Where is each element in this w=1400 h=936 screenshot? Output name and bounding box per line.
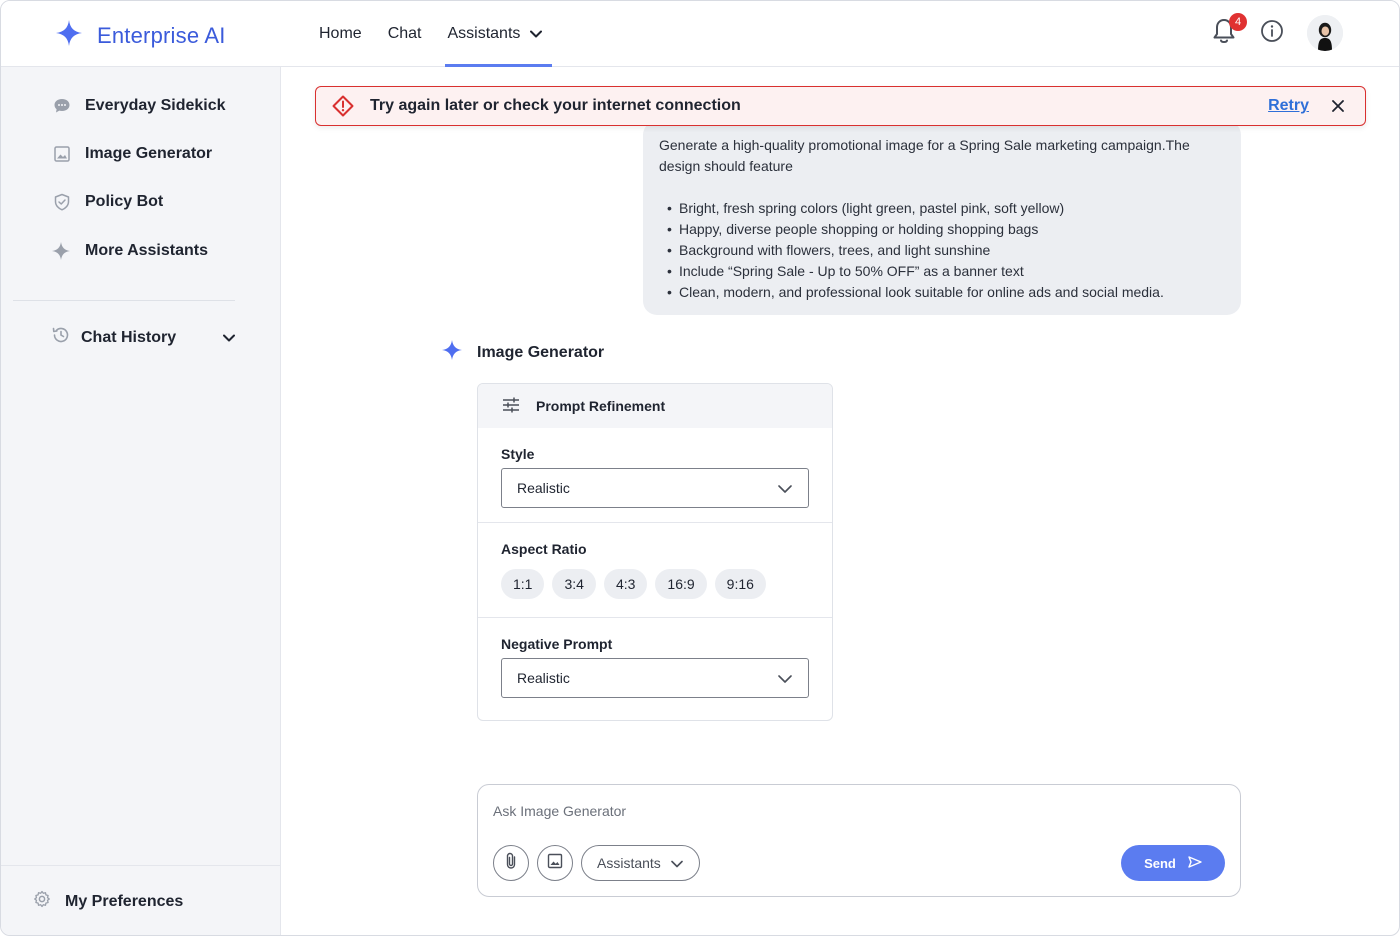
prompt-refinement-card: Prompt Refinement Style Realistic Aspect… bbox=[477, 383, 833, 721]
retry-link[interactable]: Retry bbox=[1268, 97, 1309, 115]
nav-assistants-label: Assistants bbox=[447, 25, 521, 42]
history-icon bbox=[51, 325, 71, 350]
list-item: Include “Spring Sale - Up to 50% OFF” as… bbox=[667, 261, 1225, 282]
app-window: Enterprise AI Home Chat Assistants 4 Eve… bbox=[0, 0, 1400, 936]
negative-prompt-section: Negative Prompt Realistic bbox=[478, 618, 832, 720]
assistant-name: Image Generator bbox=[477, 343, 605, 361]
sidebar-item-image-generator[interactable]: Image Generator bbox=[53, 145, 212, 163]
list-item: Bright, fresh spring colors (light green… bbox=[667, 198, 1225, 219]
aspect-ratio-chip[interactable]: 1:1 bbox=[501, 569, 545, 599]
assistants-dropdown-label: Assistants bbox=[597, 855, 661, 871]
style-value: Realistic bbox=[517, 480, 570, 496]
sidebar-item-label: More Assistants bbox=[85, 242, 208, 259]
brand[interactable]: Enterprise AI bbox=[55, 19, 226, 52]
chevron-down-icon bbox=[778, 670, 792, 686]
nav-chat-label: Chat bbox=[387, 25, 422, 42]
paperclip-icon bbox=[504, 852, 518, 875]
main-nav: Home Chat Assistants bbox=[319, 1, 568, 67]
send-button[interactable]: Send bbox=[1121, 845, 1225, 881]
negative-prompt-select[interactable]: Realistic bbox=[501, 658, 809, 698]
sparkle-icon bbox=[51, 241, 71, 261]
avatar[interactable] bbox=[1307, 15, 1343, 51]
notifications-button[interactable]: 4 bbox=[1211, 13, 1247, 51]
list-item: Clean, modern, and professional look sui… bbox=[667, 282, 1225, 303]
message-input[interactable] bbox=[493, 799, 1223, 823]
sidebar-item-label: Image Generator bbox=[85, 145, 213, 162]
nav-home[interactable]: Home bbox=[319, 1, 362, 67]
message-composer: Assistants Send bbox=[477, 784, 1241, 897]
attach-button[interactable] bbox=[493, 845, 529, 881]
sparkle-logo-icon bbox=[55, 19, 83, 52]
negative-prompt-label: Negative Prompt bbox=[501, 636, 613, 652]
chevron-down-icon bbox=[671, 855, 683, 871]
sidebar-item-more-assistants[interactable]: More Assistants bbox=[51, 241, 208, 261]
nav-home-label: Home bbox=[319, 25, 362, 42]
card-header: Prompt Refinement bbox=[478, 384, 832, 428]
info-button[interactable] bbox=[1259, 19, 1285, 48]
alert-message: Try again later or check your internet c… bbox=[370, 97, 741, 114]
close-icon[interactable] bbox=[1331, 99, 1345, 113]
aspect-ratio-chip[interactable]: 3:4 bbox=[552, 569, 596, 599]
style-section: Style Realistic bbox=[478, 428, 832, 523]
nav-chat[interactable]: Chat bbox=[388, 1, 422, 67]
chat-history-label: Chat History bbox=[81, 328, 177, 346]
sidebar-divider bbox=[13, 300, 235, 301]
top-bar: Enterprise AI Home Chat Assistants 4 bbox=[1, 1, 1399, 67]
send-label: Send bbox=[1144, 855, 1176, 871]
my-preferences-button[interactable]: My Preferences bbox=[33, 890, 183, 913]
my-preferences-label: My Preferences bbox=[65, 892, 184, 910]
aspect-ratio-section: Aspect Ratio 1:1 3:4 4:3 16:9 9:16 bbox=[478, 523, 832, 618]
assistant-header: Image Generator bbox=[441, 339, 604, 366]
user-message-intro: Generate a high-quality promotional imag… bbox=[659, 137, 1190, 174]
card-title: Prompt Refinement bbox=[536, 398, 666, 414]
style-label: Style bbox=[501, 446, 535, 462]
header-actions: 4 bbox=[1211, 13, 1343, 51]
app-title: Enterprise AI bbox=[97, 22, 226, 48]
aspect-ratio-chip[interactable]: 9:16 bbox=[714, 569, 766, 599]
aspect-ratio-chip[interactable]: 16:9 bbox=[655, 569, 707, 599]
sidebar-item-label: Everyday Sidekick bbox=[85, 97, 226, 114]
list-item: Happy, diverse people shopping or holdin… bbox=[667, 219, 1225, 240]
chat-bubble-icon bbox=[53, 97, 71, 115]
send-icon bbox=[1188, 855, 1202, 871]
aspect-ratio-label: Aspect Ratio bbox=[501, 541, 587, 557]
image-icon bbox=[53, 145, 71, 163]
aspect-ratio-options: 1:1 3:4 4:3 16:9 9:16 bbox=[501, 569, 809, 599]
sparkle-icon bbox=[441, 339, 463, 366]
assistants-dropdown[interactable]: Assistants bbox=[581, 845, 700, 881]
sidebar-footer: My Preferences bbox=[1, 865, 280, 935]
sidebar-item-label: Policy Bot bbox=[85, 193, 164, 210]
nav-assistants[interactable]: Assistants bbox=[445, 1, 553, 67]
notification-badge: 4 bbox=[1229, 13, 1247, 31]
shield-check-icon bbox=[53, 193, 71, 211]
list-item: Background with flowers, trees, and ligh… bbox=[667, 240, 1225, 261]
user-message: Generate a high-quality promotional imag… bbox=[643, 121, 1241, 315]
warning-icon bbox=[332, 95, 354, 117]
image-upload-button[interactable] bbox=[537, 845, 573, 881]
error-alert: Try again later or check your internet c… bbox=[315, 86, 1366, 126]
image-icon bbox=[547, 853, 563, 874]
chat-history-toggle[interactable]: Chat History bbox=[51, 325, 235, 350]
chevron-down-icon bbox=[778, 480, 792, 496]
sidebar-item-everyday-sidekick[interactable]: Everyday Sidekick bbox=[53, 97, 226, 115]
style-select[interactable]: Realistic bbox=[501, 468, 809, 508]
user-message-bullets: Bright, fresh spring colors (light green… bbox=[659, 198, 1225, 303]
info-icon bbox=[1260, 19, 1284, 48]
aspect-ratio-chip[interactable]: 4:3 bbox=[603, 569, 648, 599]
chevron-down-icon bbox=[223, 329, 235, 347]
sidebar-item-policy-bot[interactable]: Policy Bot bbox=[53, 193, 163, 211]
negative-prompt-value: Realistic bbox=[517, 670, 570, 686]
sliders-icon bbox=[502, 397, 520, 416]
sidebar: Everyday Sidekick Image Generator Policy… bbox=[1, 67, 281, 935]
gear-icon bbox=[33, 890, 51, 913]
chevron-down-icon bbox=[530, 25, 543, 43]
